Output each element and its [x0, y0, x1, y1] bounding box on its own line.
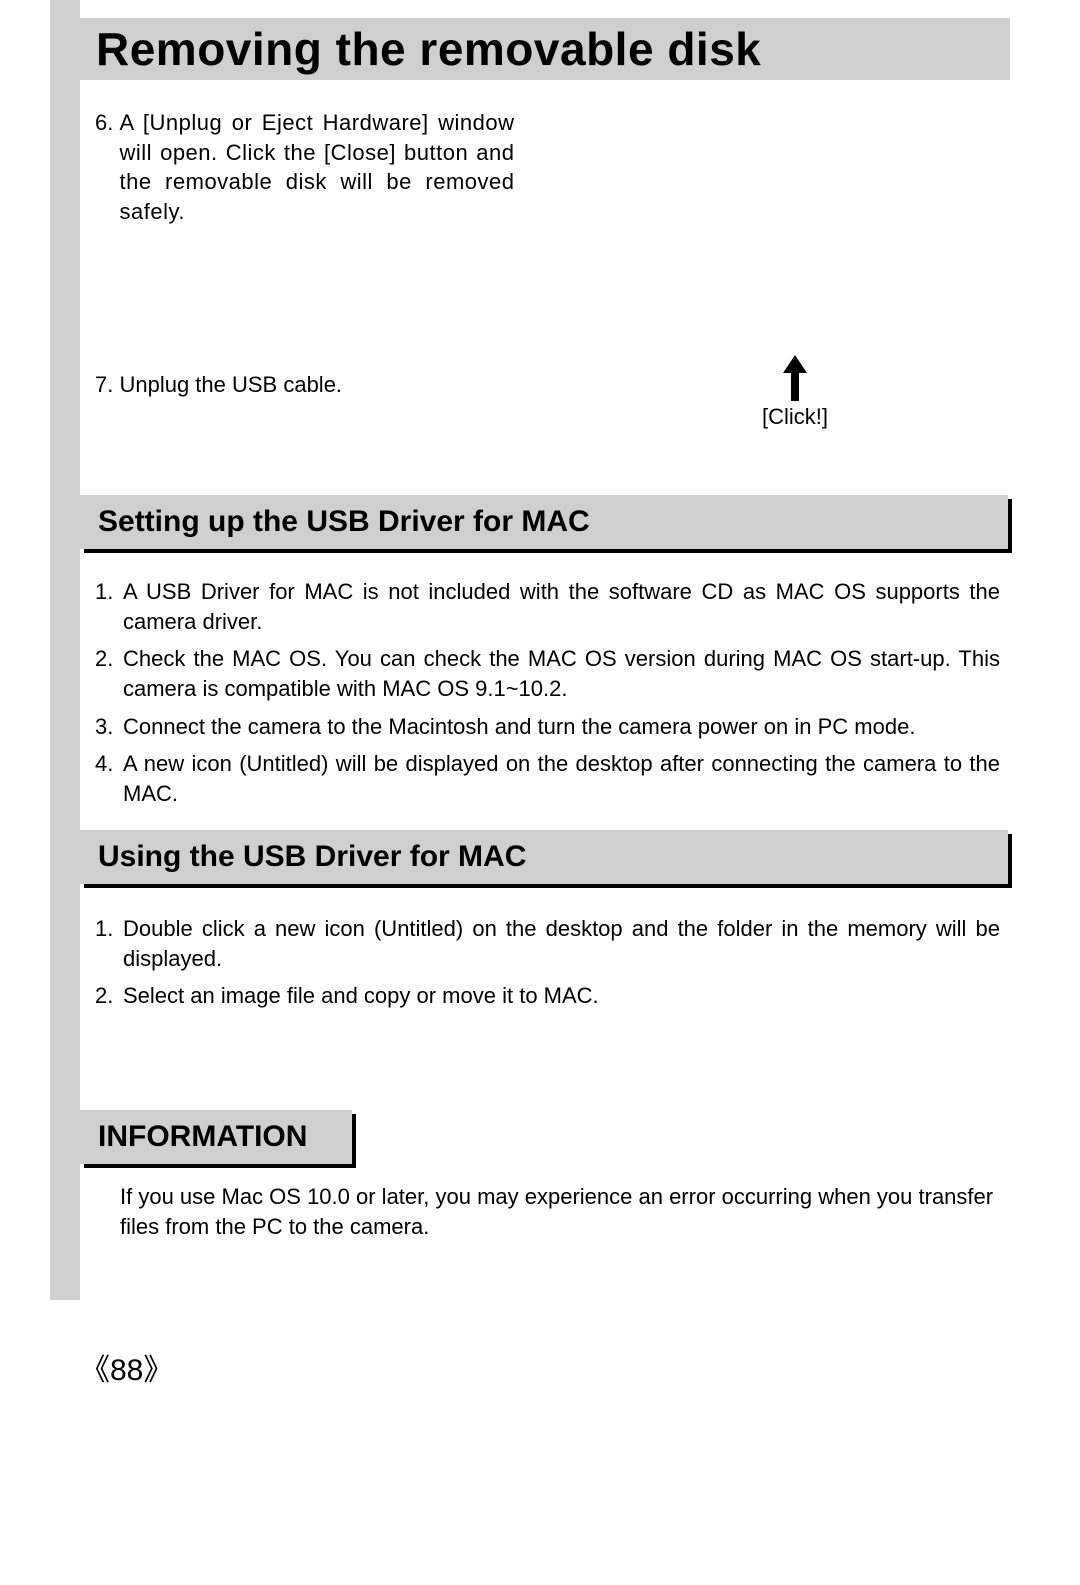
list-item: A USB Driver for MAC is not included wit…: [95, 577, 1000, 636]
list-item: Select an image file and copy or move it…: [95, 981, 1000, 1011]
list-item: Check the MAC OS. You can check the MAC …: [95, 644, 1000, 703]
step-6-text: A [Unplug or Eject Hardware] window will…: [119, 108, 514, 227]
list-item: Double click a new icon (Untitled) on th…: [95, 914, 1000, 973]
page-title: Removing the removable disk: [96, 22, 761, 76]
setup-list: A USB Driver for MAC is not included wit…: [95, 577, 1000, 817]
section-title-using: Using the USB Driver for MAC: [80, 830, 1008, 884]
list-item: A new icon (Untitled) will be displayed …: [95, 749, 1000, 808]
step-6: 6. A [Unplug or Eject Hardware] window w…: [95, 108, 525, 227]
click-label: [Click!]: [760, 404, 830, 430]
section-bar-using: Using the USB Driver for MAC: [80, 830, 1008, 884]
step-6-number: 6.: [95, 108, 113, 138]
section-bar-info: INFORMATION: [80, 1110, 352, 1164]
arrow-up-icon: [783, 355, 807, 401]
using-list: Double click a new icon (Untitled) on th…: [95, 914, 1000, 1019]
step-7: 7. Unplug the USB cable.: [95, 370, 595, 400]
list-item: Connect the camera to the Macintosh and …: [95, 712, 1000, 742]
page-number: 《88》: [80, 1345, 173, 1389]
left-margin-strip: [50, 0, 80, 1300]
page-number-value: 88: [110, 1354, 143, 1387]
info-text: If you use Mac OS 10.0 or later, you may…: [120, 1182, 1000, 1241]
section-bar-setup: Setting up the USB Driver for MAC: [80, 495, 1008, 549]
click-indicator: [Click!]: [760, 355, 830, 430]
section-title-info: INFORMATION: [80, 1110, 352, 1164]
page: Removing the removable disk 6. A [Unplug…: [0, 0, 1080, 1585]
section-title-setup: Setting up the USB Driver for MAC: [80, 495, 1008, 549]
